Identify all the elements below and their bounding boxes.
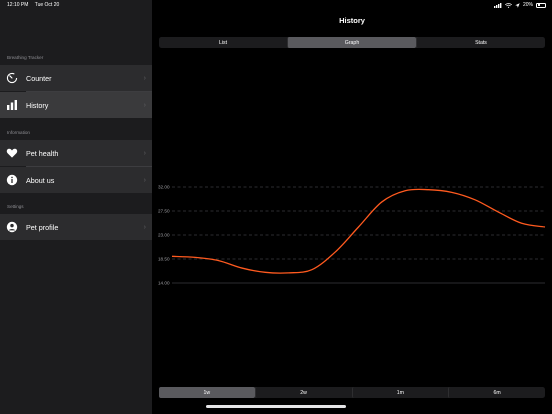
range-tab-1w[interactable]: 1w: [159, 387, 255, 398]
sidebar-item-about-us[interactable]: About us ›: [0, 167, 152, 193]
section-header-information: Information: [7, 130, 30, 135]
sidebar-item-label: Counter: [26, 73, 52, 83]
chevron-right-icon: ›: [143, 101, 146, 109]
range-tab-2w[interactable]: 2w: [254, 387, 352, 398]
home-indicator[interactable]: [206, 405, 346, 408]
sidebar-item-label: Pet profile: [26, 222, 59, 232]
sidebar-item-pet-profile[interactable]: Pet profile ›: [0, 214, 152, 240]
sidebar-item-counter[interactable]: Counter ›: [0, 65, 152, 91]
series-line-0: [171, 188, 546, 274]
info-icon: [6, 174, 18, 186]
bar-chart-icon: [6, 99, 18, 111]
sidebar-item-history[interactable]: History ›: [0, 92, 152, 118]
sidebar: 12:10 PM Tue Oct 20 Breathing Tracker Co…: [0, 0, 152, 414]
sidebar-item-label: History: [26, 100, 49, 110]
section-header-breathing-tracker: Breathing Tracker: [7, 55, 44, 60]
heart-icon: [6, 147, 18, 159]
timer-icon: [6, 72, 18, 84]
y-tick-label: 27.50: [158, 209, 170, 214]
section-header-settings: Settings: [7, 204, 24, 209]
y-tick-label: 23.00: [158, 233, 170, 238]
chevron-right-icon: ›: [143, 176, 146, 184]
sidebar-item-label: Pet health: [26, 148, 59, 158]
person-circle-icon: [6, 221, 18, 233]
y-tick-label: 32.00: [158, 185, 170, 190]
breathing-rate-chart: 32.00 27.50 23.00 18.50 14.00: [158, 185, 546, 286]
chevron-right-icon: ›: [143, 149, 146, 157]
status-bar-left: 12:10 PM Tue Oct 20: [7, 2, 64, 8]
status-date: Tue Oct 20: [34, 2, 60, 8]
main-panel: 20% History List Graph Stats 32.00 27.50 2…: [152, 0, 552, 414]
range-segmented-control: 1w 2w 1m 6m: [159, 387, 545, 398]
chevron-right-icon: ›: [143, 74, 146, 82]
y-tick-label: 14.00: [158, 281, 170, 286]
range-tab-1m[interactable]: 1m: [351, 387, 449, 398]
chevron-right-icon: ›: [143, 223, 146, 231]
y-tick-label: 18.50: [158, 257, 170, 262]
status-time: 12:10 PM: [7, 2, 29, 8]
sidebar-item-label: About us: [26, 175, 55, 185]
sidebar-item-pet-health[interactable]: Pet health ›: [0, 140, 152, 166]
range-tab-6m[interactable]: 6m: [448, 387, 545, 398]
